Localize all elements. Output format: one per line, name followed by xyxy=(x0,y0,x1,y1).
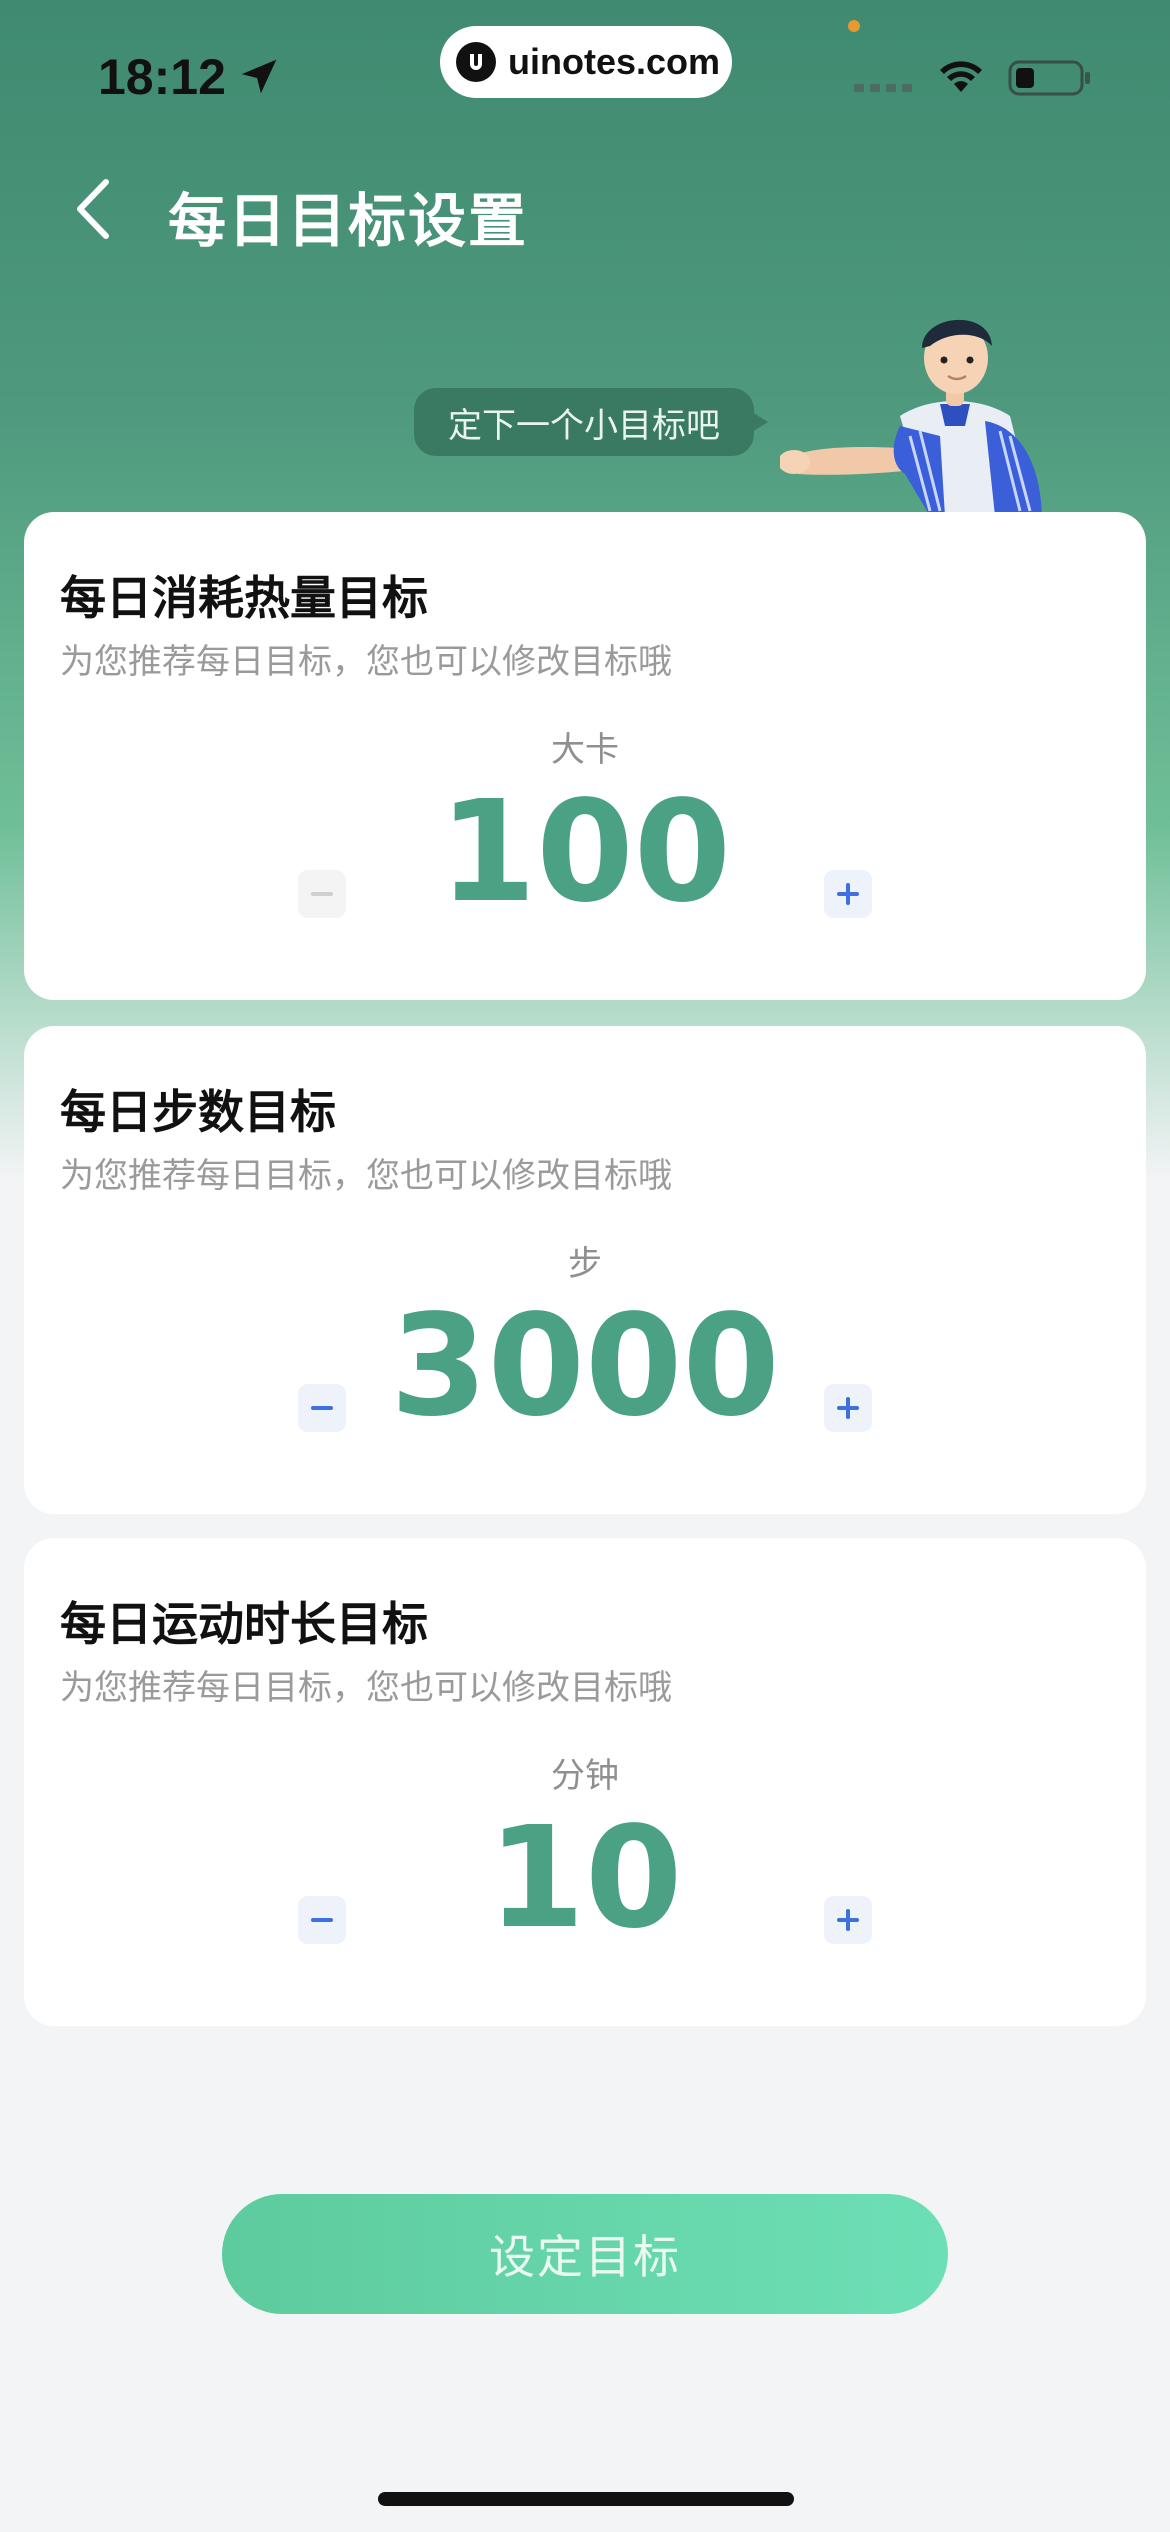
card-title: 每日运动时长目标 xyxy=(60,1597,428,1651)
minus-icon xyxy=(311,892,333,896)
decrease-button[interactable] xyxy=(298,1384,346,1432)
increase-button[interactable] xyxy=(824,1896,872,1944)
decrease-button[interactable] xyxy=(298,870,346,918)
card-unit: 步 xyxy=(568,1244,602,1284)
set-goal-button[interactable]: 设定目标 xyxy=(222,2194,948,2314)
privacy-indicator xyxy=(848,20,860,32)
increase-button[interactable] xyxy=(824,870,872,918)
steps-goal-card: 每日步数目标 为您推荐每日目标，您也可以修改目标哦 步 3000 xyxy=(24,1026,1146,1514)
status-time: 18:12 xyxy=(98,49,226,105)
signal-icon xyxy=(854,84,912,92)
card-subtitle: 为您推荐每日目标，您也可以修改目标哦 xyxy=(60,1668,672,1708)
minus-icon xyxy=(311,1918,333,1922)
card-unit: 大卡 xyxy=(551,730,619,770)
card-subtitle: 为您推荐每日目标，您也可以修改目标哦 xyxy=(60,1156,672,1196)
back-button[interactable] xyxy=(64,174,124,244)
nav-bar: 每日目标设置 xyxy=(0,150,1170,270)
speech-bubble-text: 定下一个小目标吧 xyxy=(448,405,720,446)
card-value: 100 xyxy=(438,771,732,934)
plus-icon-vertical xyxy=(846,1909,850,1931)
battery-icon xyxy=(1008,60,1090,96)
card-subtitle: 为您推荐每日目标，您也可以修改目标哦 xyxy=(60,642,672,682)
home-indicator[interactable] xyxy=(378,2492,794,2506)
speech-bubble: 定下一个小目标吧 xyxy=(414,388,768,456)
decrease-button[interactable] xyxy=(298,1896,346,1944)
page-title: 每日目标设置 xyxy=(168,187,529,255)
location-arrow-icon xyxy=(241,59,277,94)
card-unit: 分钟 xyxy=(551,1756,619,1796)
card-title: 每日步数目标 xyxy=(60,1085,336,1139)
plus-icon-vertical xyxy=(846,883,850,905)
card-value: 3000 xyxy=(390,1285,780,1448)
mascot-illustration xyxy=(780,319,1042,516)
wifi-icon xyxy=(940,61,982,92)
url-pill[interactable]: uinotes.com xyxy=(440,26,732,98)
minus-icon xyxy=(311,1406,333,1410)
plus-icon-vertical xyxy=(846,1397,850,1419)
site-logo-icon xyxy=(456,42,496,82)
duration-goal-card: 每日运动时长目标 为您推荐每日目标，您也可以修改目标哦 分钟 10 xyxy=(24,1538,1146,2026)
set-goal-label: 设定目标 xyxy=(489,2230,681,2284)
calorie-goal-card: 每日消耗热量目标 为您推荐每日目标，您也可以修改目标哦 大卡 100 xyxy=(24,512,1146,1000)
card-title: 每日消耗热量目标 xyxy=(60,571,428,625)
url-text: uinotes.com xyxy=(508,41,721,82)
status-bar: 18:12 uinotes.com xyxy=(0,0,1170,140)
increase-button[interactable] xyxy=(824,1384,872,1432)
card-value: 10 xyxy=(487,1797,683,1960)
